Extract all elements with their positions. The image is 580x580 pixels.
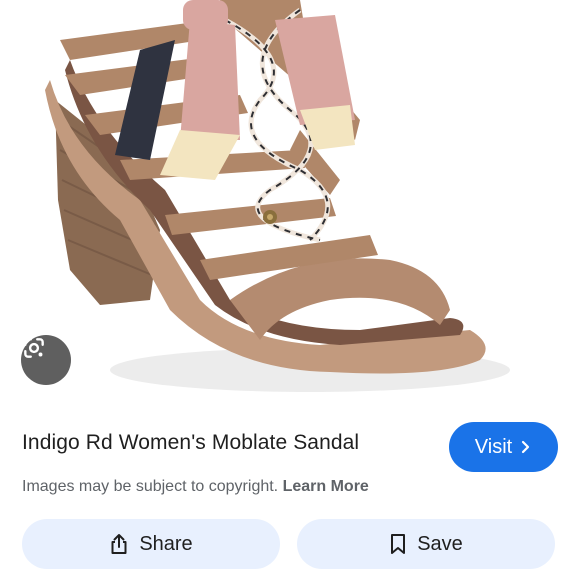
share-icon — [109, 533, 129, 555]
google-lens-button[interactable] — [21, 335, 71, 385]
share-button[interactable]: Share — [22, 519, 280, 569]
learn-more-link[interactable]: Learn More — [283, 478, 369, 495]
sandal-illustration — [45, 0, 510, 392]
copyright-notice: Images may be subject to copyright. Lear… — [22, 478, 369, 496]
result-title[interactable]: Indigo Rd Women's Moblate Sandal — [22, 431, 422, 455]
save-label: Save — [417, 532, 463, 555]
copyright-text: Images may be subject to copyright. — [22, 478, 279, 495]
chevron-right-icon — [520, 440, 532, 454]
bookmark-icon — [389, 533, 407, 555]
save-button[interactable]: Save — [297, 519, 555, 569]
visit-button[interactable]: Visit — [449, 422, 558, 472]
share-label: Share — [139, 532, 193, 555]
product-image[interactable] — [0, 0, 580, 405]
visit-label: Visit — [474, 435, 513, 458]
